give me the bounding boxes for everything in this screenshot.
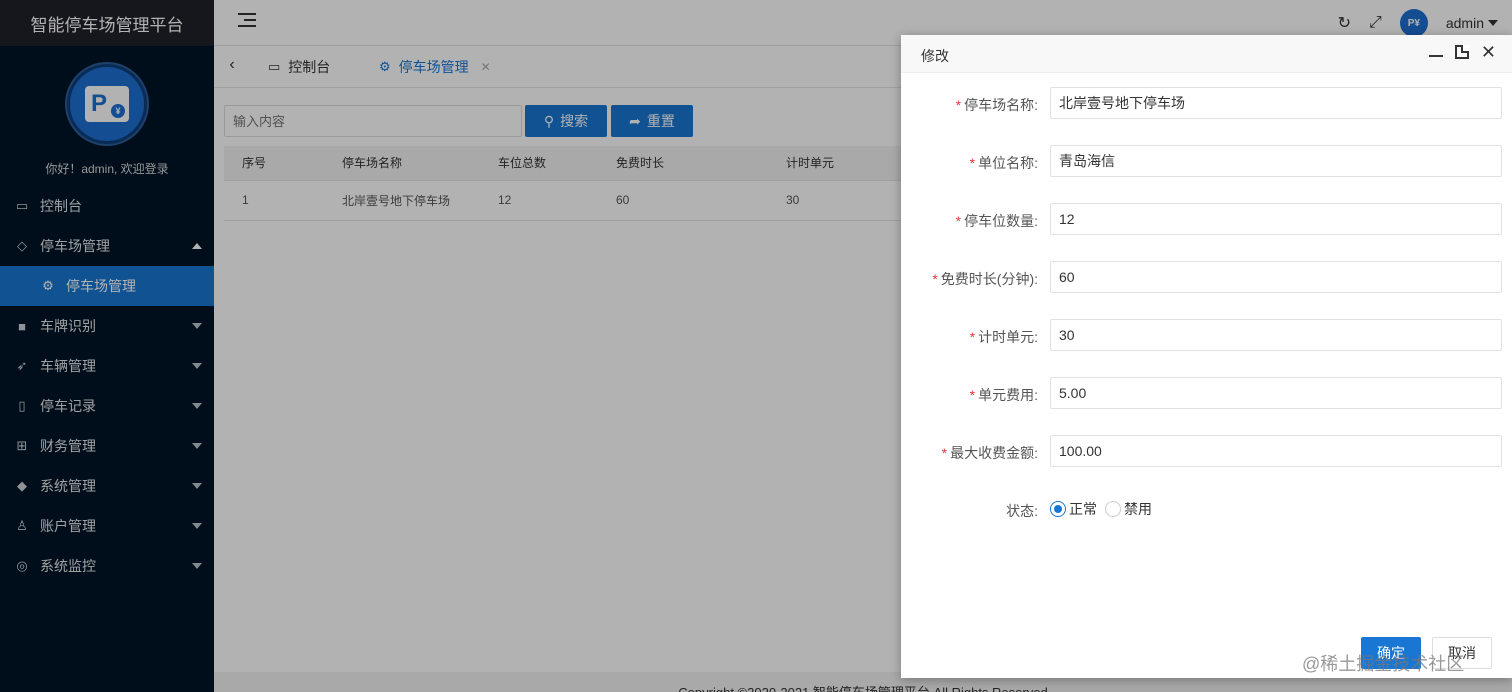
radio-unchecked-icon[interactable] [1105, 501, 1121, 517]
field-label: * 单位名称: [969, 155, 1038, 171]
required-mark: * [955, 97, 962, 113]
field-label: * 单元费用: [969, 387, 1038, 403]
field-label: * 最大收费金额: [941, 445, 1038, 461]
unit-name-field[interactable]: 青岛海信 [1050, 145, 1502, 177]
field-label: * 计时单元: [969, 329, 1038, 345]
space-count-field[interactable]: 12 [1050, 203, 1502, 235]
field-label: * 停车位数量: [955, 213, 1038, 229]
form-row-unit-name: * 单位名称: 青岛海信 [901, 145, 1512, 177]
form-row-space-count: * 停车位数量: 12 [901, 203, 1512, 235]
modal-controls: ✕ [1428, 43, 1496, 61]
form-row-max-fee: * 最大收费金额: 100.00 [901, 435, 1512, 467]
watermark: @稀土掘金技术社区 [1302, 654, 1465, 674]
required-mark: * [969, 329, 976, 345]
modal-header[interactable]: 修改 ✕ [901, 35, 1512, 73]
time-unit-field[interactable]: 30 [1050, 319, 1502, 351]
status-option-disabled[interactable]: 禁用 [1105, 499, 1152, 519]
maximize-icon[interactable] [1454, 45, 1469, 59]
form-row-free-duration: * 免费时长(分钟): 60 [901, 261, 1512, 293]
parking-lot-name-field[interactable]: 北岸壹号地下停车场 [1050, 87, 1502, 119]
edit-modal: 修改 ✕ * 停车场名称: 北岸壹号地下停车场 * 单位名称: 青岛海信 * 停车位数… [901, 35, 1512, 678]
required-mark: * [969, 155, 976, 171]
required-mark: * [969, 387, 976, 403]
max-fee-field[interactable]: 100.00 [1050, 435, 1502, 467]
radio-label: 正常 [1069, 501, 1097, 517]
status-radio-group: 正常 禁用 [1050, 499, 1152, 519]
required-mark: * [941, 445, 948, 461]
modal-title: 修改 [921, 48, 949, 64]
form-row-unit-fee: * 单元费用: 5.00 [901, 377, 1512, 409]
status-option-normal[interactable]: 正常 [1050, 499, 1097, 519]
required-mark: * [932, 271, 938, 287]
required-mark: * [955, 213, 962, 229]
form-row-status: 状态: 正常 禁用 [901, 493, 1512, 525]
close-icon[interactable]: ✕ [1481, 43, 1496, 61]
field-label: * 免费时长(分钟): [932, 271, 1038, 287]
form-row-time-unit: * 计时单元: 30 [901, 319, 1512, 351]
form-row-parking-lot-name: * 停车场名称: 北岸壹号地下停车场 [901, 87, 1512, 119]
radio-checked-icon[interactable] [1050, 501, 1066, 517]
free-duration-field[interactable]: 60 [1050, 261, 1502, 293]
radio-label: 禁用 [1124, 501, 1152, 517]
field-label: * 停车场名称: [955, 97, 1038, 113]
field-label: 状态: [1006, 503, 1038, 519]
unit-fee-field[interactable]: 5.00 [1050, 377, 1502, 409]
minimize-icon[interactable] [1428, 55, 1443, 57]
